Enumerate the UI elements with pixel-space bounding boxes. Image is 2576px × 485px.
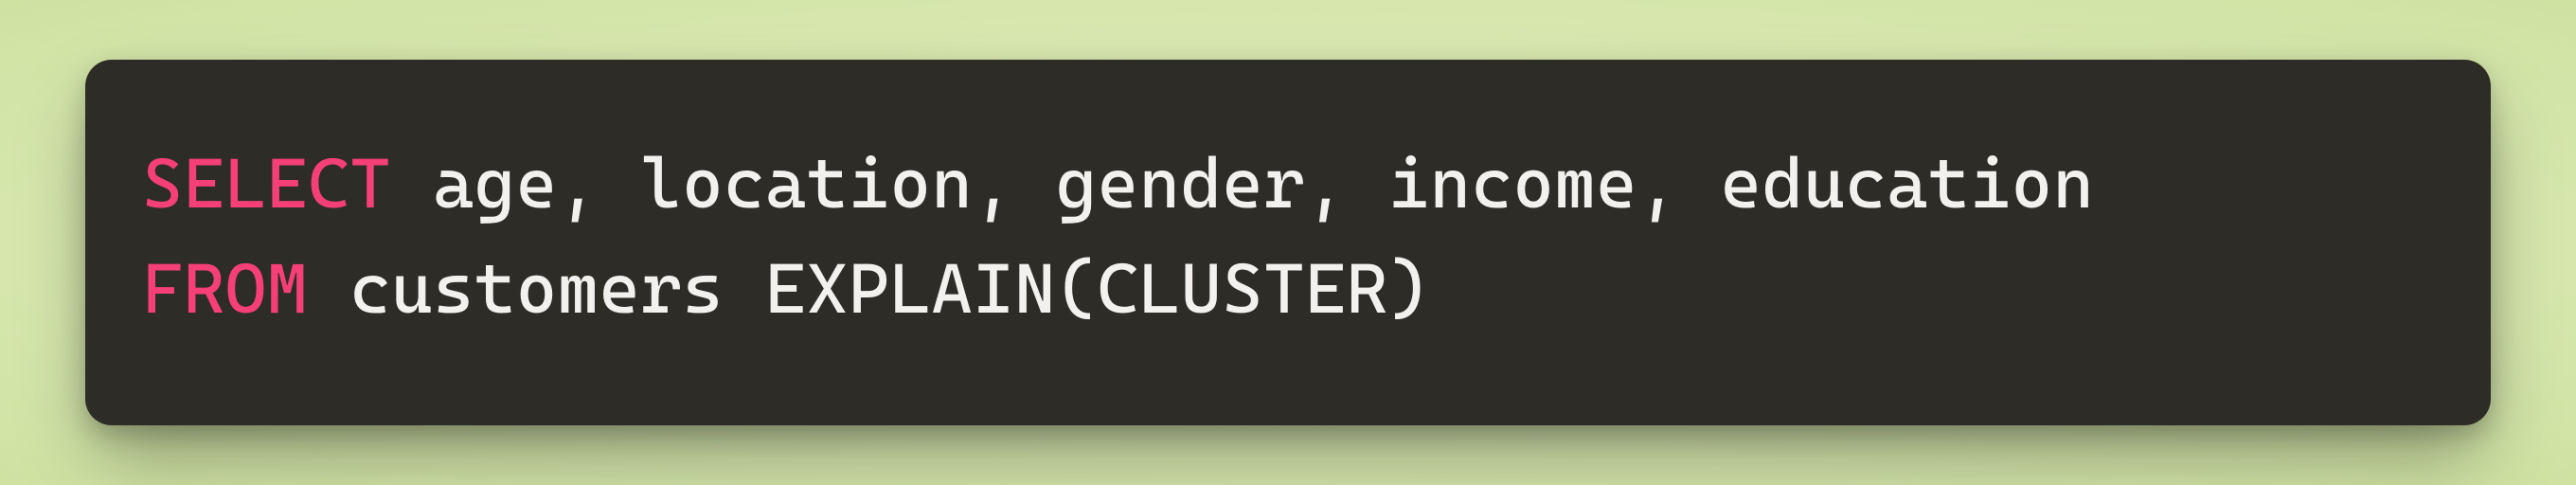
sql-line2-rest: customers EXPLAIN(CLUSTER) — [308, 248, 1429, 330]
code-block: SELECT age, location, gender, income, ed… — [85, 60, 2491, 425]
sql-keyword-select: SELECT — [142, 143, 391, 225]
code-content: SELECT age, location, gender, income, ed… — [142, 132, 2434, 342]
sql-line1-rest: age, location, gender, income, education — [391, 143, 2094, 225]
sql-keyword-from: FROM — [142, 248, 308, 330]
